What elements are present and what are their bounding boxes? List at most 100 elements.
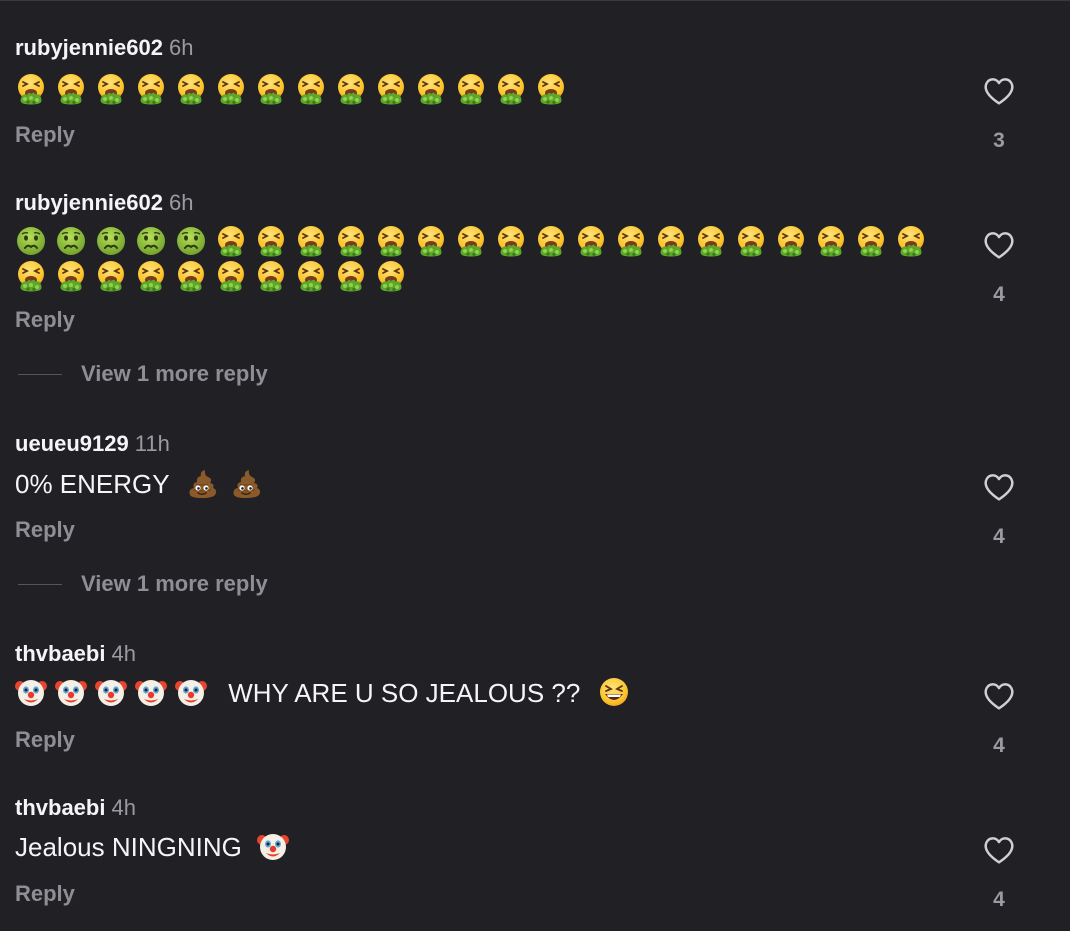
vomit-face-icon: [15, 73, 47, 105]
heart-icon[interactable]: [981, 227, 1017, 263]
vomit-face-icon: [535, 73, 567, 105]
vomit-face-icon: [775, 225, 807, 257]
vomit-face-icon: [255, 225, 287, 257]
vomit-face-icon: [575, 225, 607, 257]
like-button[interactable]: 3: [978, 73, 1020, 153]
view-more-label[interactable]: View 1 more reply: [81, 571, 268, 597]
vomit-face-icon: [255, 73, 287, 105]
vomit-face-icon: [495, 73, 527, 105]
comment: thvbaebi 4h WHY ARE U SO JEALOUS ?? Reply: [15, 641, 1055, 761]
comment-body: [15, 71, 567, 107]
comment-time: 4h: [111, 795, 136, 820]
comment-header: rubyjennie602 6h: [15, 35, 193, 61]
like-button[interactable]: 4: [978, 469, 1020, 549]
clown-face-icon: [95, 676, 127, 708]
like-count: 4: [993, 283, 1005, 306]
comment-username[interactable]: rubyjennie602: [15, 190, 163, 215]
reply-button[interactable]: Reply: [15, 307, 75, 333]
view-more-replies[interactable]: View 1 more reply: [18, 361, 268, 387]
vomit-face-icon: [535, 225, 567, 257]
vomit-face-icon: [895, 225, 927, 257]
grinning-squinting-face-icon: [598, 676, 630, 708]
heart-icon[interactable]: [981, 73, 1017, 109]
like-button[interactable]: 4: [978, 227, 1020, 307]
vomit-face-icon: [335, 225, 367, 257]
like-count: 3: [993, 129, 1005, 152]
nauseated-face-icon: [135, 225, 167, 257]
divider-line: [18, 583, 62, 585]
reply-button[interactable]: Reply: [15, 727, 75, 753]
view-more-replies[interactable]: View 1 more reply: [18, 571, 268, 597]
vomit-face-icon: [55, 260, 87, 292]
vomit-face-icon: [855, 225, 887, 257]
comment-time: 6h: [168, 35, 194, 60]
vomit-face-icon: [695, 225, 727, 257]
heart-icon[interactable]: [981, 832, 1017, 868]
vomit-face-icon: [255, 260, 287, 292]
vomit-face-icon: [375, 225, 407, 257]
heart-icon[interactable]: [981, 469, 1017, 505]
comment-header: ueueu9129 11h: [15, 431, 170, 457]
vomit-face-icon: [615, 225, 647, 257]
like-count: 4: [993, 888, 1005, 911]
top-divider: [0, 0, 1070, 1]
vomit-face-icon: [135, 260, 167, 292]
vomit-face-icon: [495, 225, 527, 257]
comment-time: 6h: [168, 190, 194, 215]
comment-body: Jealous NINGNING: [15, 829, 289, 865]
vomit-face-icon: [215, 260, 247, 292]
reply-button[interactable]: Reply: [15, 122, 75, 148]
reply-button[interactable]: Reply: [15, 881, 75, 907]
vomit-face-icon: [375, 73, 407, 105]
like-button[interactable]: 4: [978, 678, 1020, 758]
comment-header: rubyjennie602 6h: [15, 190, 193, 216]
reply-button[interactable]: Reply: [15, 517, 75, 543]
leading-emojis: [15, 678, 215, 708]
poop-icon: [186, 467, 218, 499]
comment-header: thvbaebi 4h: [15, 641, 136, 667]
divider-line: [18, 373, 62, 375]
comment-username[interactable]: ueueu9129: [15, 431, 129, 456]
heart-icon[interactable]: [981, 678, 1017, 714]
clown-face-icon: [135, 676, 167, 708]
vomit-face-icon: [295, 225, 327, 257]
nauseated-face-icon: [175, 225, 207, 257]
comment-text: 0% ENERGY: [15, 469, 170, 499]
vomit-face-icon: [415, 225, 447, 257]
comment: rubyjennie602 6h Reply: [15, 35, 1055, 155]
clown-face-icon: [257, 830, 289, 862]
like-button[interactable]: 4: [978, 832, 1020, 912]
comment: rubyjennie602 6h Reply: [15, 190, 1055, 340]
vomit-face-icon: [135, 73, 167, 105]
vomit-face-icon: [815, 225, 847, 257]
vomit-face-icon: [335, 73, 367, 105]
comment-text: Jealous NINGNING: [15, 832, 242, 862]
vomit-face-icon: [15, 260, 47, 292]
comment-body: WHY ARE U SO JEALOUS ??: [15, 675, 630, 711]
poop-icon: [230, 467, 262, 499]
clown-face-icon: [175, 676, 207, 708]
vomit-face-icon: [55, 73, 87, 105]
view-more-label[interactable]: View 1 more reply: [81, 361, 268, 387]
nauseated-face-icon: [15, 225, 47, 257]
comment-time: 11h: [134, 431, 170, 456]
vomit-face-icon: [335, 260, 367, 292]
vomit-face-icon: [655, 225, 687, 257]
comment-body-line1: [15, 223, 927, 259]
vomit-face-icon: [215, 73, 247, 105]
comment: thvbaebi 4h Jealous NINGNING Reply: [15, 795, 1055, 915]
vomit-face-icon: [455, 73, 487, 105]
vomit-face-icon: [415, 73, 447, 105]
vomit-face-icon: [295, 73, 327, 105]
vomit-face-icon: [95, 73, 127, 105]
like-count: 4: [993, 734, 1005, 757]
comment-username[interactable]: thvbaebi: [15, 795, 105, 820]
comment-username[interactable]: rubyjennie602: [15, 35, 163, 60]
vomit-face-icon: [295, 260, 327, 292]
comment-username[interactable]: thvbaebi: [15, 641, 105, 666]
vomit-face-icon: [175, 73, 207, 105]
comment-body: 0% ENERGY: [15, 466, 262, 502]
comment-text: WHY ARE U SO JEALOUS ??: [228, 678, 581, 708]
vomit-face-icon: [375, 260, 407, 292]
vomit-face-icon: [95, 260, 127, 292]
